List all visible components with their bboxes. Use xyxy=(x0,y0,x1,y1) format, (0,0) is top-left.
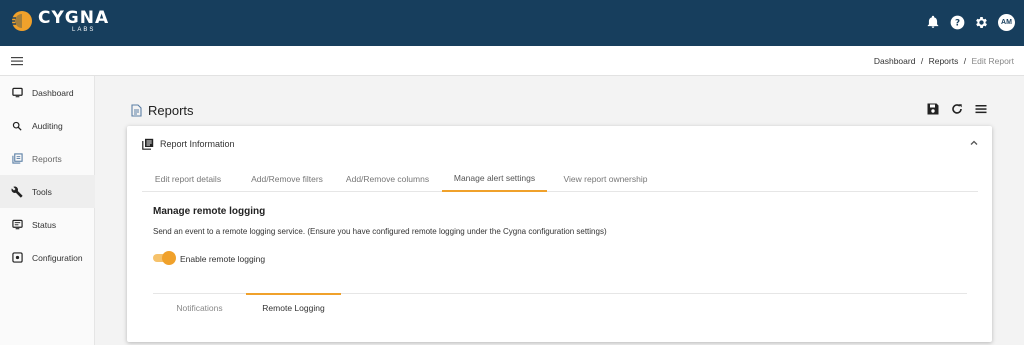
sidebar-item-status[interactable]: Status xyxy=(0,208,95,241)
report-tabs: Edit report details Add/Remove filters A… xyxy=(142,166,978,192)
toggle-knob xyxy=(162,251,176,265)
save-icon[interactable] xyxy=(926,102,940,116)
alert-subtabs: Notifications Remote Logging xyxy=(153,293,967,321)
sidebar-item-configuration[interactable]: Configuration xyxy=(0,241,95,274)
sidebar-item-dashboard[interactable]: Dashboard xyxy=(0,76,95,109)
top-bar: CYGNA LABS ? AM xyxy=(0,0,1024,46)
logo-mark-icon xyxy=(10,11,32,31)
page-title: Reports xyxy=(148,102,194,118)
brand-name: CYGNA xyxy=(38,8,110,28)
status-icon xyxy=(11,219,23,231)
breadcrumb-dashboard[interactable]: Dashboard xyxy=(874,56,916,66)
breadcrumb-separator: / xyxy=(963,56,967,66)
sub-bar: Dashboard / Reports / Edit Report xyxy=(0,46,1024,76)
report-information-card: Report Information Edit report details A… xyxy=(127,126,992,342)
sidebar-item-label: Auditing xyxy=(32,120,63,131)
tab-manage-alert-settings[interactable]: Manage alert settings xyxy=(442,166,547,192)
toggle-label: Enable remote logging xyxy=(180,254,266,264)
avatar[interactable]: AM xyxy=(998,14,1015,31)
menu-icon[interactable] xyxy=(974,102,988,116)
sidebar-item-label: Tools xyxy=(32,186,52,197)
tab-edit-report-details[interactable]: Edit report details xyxy=(142,166,234,192)
page-header: Reports xyxy=(131,101,194,119)
document-icon xyxy=(131,103,142,117)
section-description: Send an event to a remote logging servic… xyxy=(153,227,607,236)
wrench-icon xyxy=(11,186,23,198)
search-icon xyxy=(11,120,23,132)
sidebar-item-label: Configuration xyxy=(32,252,83,263)
bell-icon[interactable] xyxy=(924,13,942,31)
monitor-icon xyxy=(11,87,23,99)
library-icon xyxy=(142,138,154,150)
card-header[interactable]: Report Information xyxy=(142,138,235,150)
tab-view-report-ownership[interactable]: View report ownership xyxy=(547,166,664,192)
card-title: Report Information xyxy=(160,139,235,149)
svg-text:?: ? xyxy=(954,18,959,28)
settings-icon[interactable] xyxy=(972,13,990,31)
menu-toggle-icon[interactable] xyxy=(10,54,24,68)
subtab-remote-logging[interactable]: Remote Logging xyxy=(246,293,341,321)
sidebar-item-label: Dashboard xyxy=(32,87,74,98)
brand-logo[interactable]: CYGNA LABS xyxy=(10,8,130,38)
help-icon[interactable]: ? xyxy=(948,13,966,31)
tab-add-remove-columns[interactable]: Add/Remove columns xyxy=(336,166,439,192)
tab-add-remove-filters[interactable]: Add/Remove filters xyxy=(237,166,337,192)
refresh-icon[interactable] xyxy=(950,102,964,116)
sidebar: Dashboard Auditing Reports Tools Status … xyxy=(0,76,95,345)
sidebar-item-label: Status xyxy=(32,219,57,230)
section-title: Manage remote logging xyxy=(153,206,266,217)
sidebar-item-reports[interactable]: Reports xyxy=(0,142,95,175)
brand-sub: LABS xyxy=(72,27,96,33)
breadcrumb-current: Edit Report xyxy=(971,56,1014,66)
reports-icon xyxy=(11,153,23,165)
sidebar-item-label: Reports xyxy=(32,153,62,164)
remote-logging-toggle[interactable] xyxy=(153,251,176,265)
breadcrumb: Dashboard / Reports / Edit Report xyxy=(874,56,1014,66)
sidebar-item-auditing[interactable]: Auditing xyxy=(0,109,95,142)
subtab-notifications[interactable]: Notifications xyxy=(153,294,246,322)
sidebar-item-tools[interactable]: Tools xyxy=(0,175,95,208)
configuration-icon xyxy=(11,252,23,264)
chevron-up-icon[interactable] xyxy=(969,138,979,148)
breadcrumb-separator: / xyxy=(920,56,924,66)
breadcrumb-reports[interactable]: Reports xyxy=(929,56,959,66)
